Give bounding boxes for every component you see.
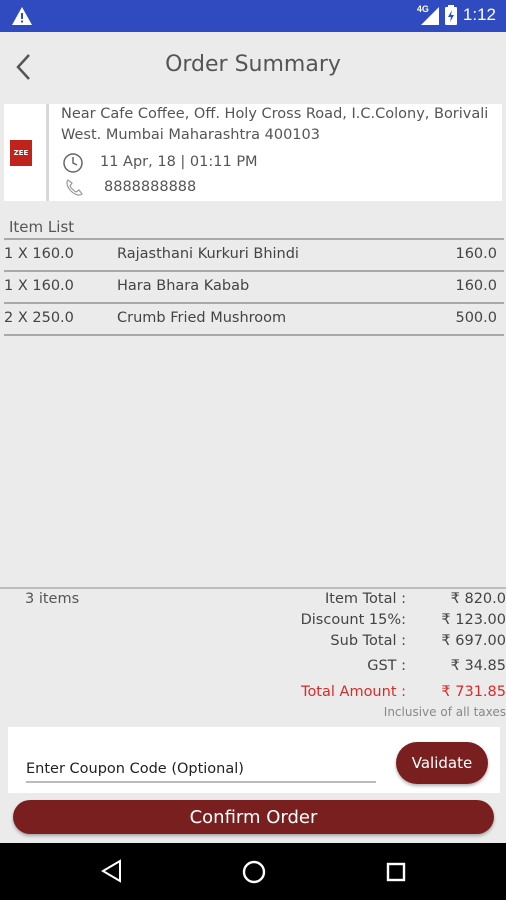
item-name: Hara Bhara Kabab [117, 278, 250, 294]
item-total-label: Item Total : [325, 591, 406, 607]
logo-text: ZEE [13, 149, 29, 157]
item-name: Crumb Fried Mushroom [117, 310, 287, 326]
coupon-code-input[interactable] [26, 757, 376, 783]
item-amount: 500.0 [455, 310, 497, 326]
item-qty: 1 X 160.0 [4, 278, 74, 294]
card-divider [46, 104, 49, 201]
item-amount: 160.0 [455, 246, 497, 262]
list-item: 2 X 250.0 Crumb Fried Mushroom 500.0 [4, 304, 504, 334]
nav-back-icon[interactable] [100, 859, 124, 883]
status-time: 1:12 [462, 5, 496, 24]
signal-icon: 4G [417, 5, 439, 25]
coupon-section: Validate [8, 727, 500, 793]
item-list-heading: Item List [9, 218, 75, 236]
nav-home-icon[interactable] [242, 860, 266, 884]
store-address: Near Cafe Coffee, Off. Holy Cross Road, … [61, 106, 489, 143]
order-datetime: 11 Apr, 18 | 01:11 PM [100, 154, 258, 170]
item-amount: 160.0 [455, 278, 497, 294]
gst-value: ₹ 34.85 [450, 658, 506, 674]
clock-icon [63, 153, 83, 173]
validate-button[interactable]: Validate [396, 742, 488, 784]
item-name: Rajasthani Kurkuri Bhindi [117, 246, 299, 262]
store-logo: ZEE [10, 140, 32, 166]
status-right: 4G 1:12 [417, 5, 496, 25]
total-amount-value: ₹ 731.85 [441, 684, 506, 700]
page-title: Order Summary [165, 52, 341, 77]
list-item: 1 X 160.0 Hara Bhara Kabab 160.0 [4, 272, 504, 302]
tax-note: Inclusive of all taxes [383, 705, 506, 719]
item-qty: 1 X 160.0 [4, 246, 74, 262]
warning-icon [12, 7, 32, 25]
item-total-value: ₹ 820.0 [450, 591, 506, 607]
sub-total-value: ₹ 697.00 [441, 633, 506, 649]
row-divider [4, 334, 504, 336]
confirm-order-button[interactable]: Confirm Order [13, 800, 494, 834]
app-bar: Order Summary [0, 32, 506, 102]
list-item: 1 X 160.0 Rajasthani Kurkuri Bhindi 160.… [4, 240, 504, 270]
store-phone[interactable]: 8888888888 [104, 179, 196, 195]
items-count: 3 items [25, 591, 80, 607]
status-bar: 4G 1:12 [0, 0, 506, 32]
sub-total-label: Sub Total : [330, 633, 406, 649]
total-amount-label: Total Amount : [301, 684, 406, 700]
system-nav-bar [0, 843, 506, 900]
store-info-card: ZEE Near Cafe Coffee, Off. Holy Cross Ro… [4, 104, 502, 201]
discount-label: Discount 15%: [300, 612, 406, 628]
discount-value: ₹ 123.00 [441, 612, 506, 628]
summary-divider [0, 587, 506, 589]
battery-icon [444, 5, 457, 25]
phone-icon [66, 179, 83, 196]
item-qty: 2 X 250.0 [4, 310, 74, 326]
nav-recents-icon[interactable] [386, 862, 406, 882]
gst-label: GST : [367, 658, 406, 674]
